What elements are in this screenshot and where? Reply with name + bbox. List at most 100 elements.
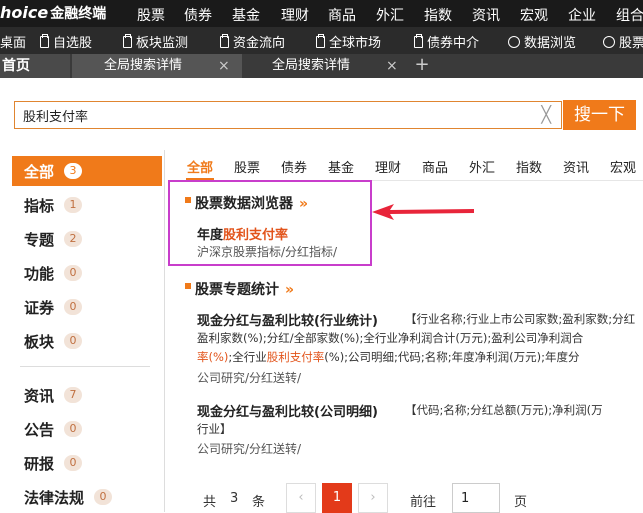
- category-tab-commodities[interactable]: 商品: [422, 157, 448, 176]
- gear-icon: [603, 35, 615, 48]
- toolbar-sector-monitor[interactable]: 板块监测: [123, 32, 188, 51]
- category-tab-index[interactable]: 指数: [516, 157, 542, 176]
- goto-suffix: 页: [514, 495, 528, 510]
- sidebar-item-label: 功能: [24, 264, 55, 283]
- category-tab-news[interactable]: 资讯: [563, 157, 589, 176]
- sidebar-item-all[interactable]: 全部 3: [12, 156, 162, 186]
- category-tab-macro[interactable]: 宏观: [610, 157, 636, 176]
- toolbar-data-browse[interactable]: 数据浏览: [508, 32, 576, 51]
- section-title-stock-topic-stats[interactable]: 股票专题统计 »: [185, 279, 294, 299]
- sidebar-item-functions[interactable]: 功能 0: [12, 258, 162, 288]
- document-icon: [123, 33, 132, 48]
- page-1-button[interactable]: 1: [322, 483, 352, 513]
- count-badge: 0: [94, 489, 113, 505]
- pagination-total-count: 3: [230, 491, 239, 506]
- desc-highlight: 股利支付率: [266, 350, 325, 364]
- sidebar-item-securities[interactable]: 证券 0: [12, 292, 162, 322]
- nav-item-funds[interactable]: 基金: [232, 5, 260, 25]
- tab-global-search-1[interactable]: 全局搜索详情 ×: [72, 54, 242, 78]
- nav-item-forex[interactable]: 外汇: [376, 5, 404, 25]
- nav-item-bonds[interactable]: 债券: [184, 5, 212, 25]
- nav-item-stocks[interactable]: 股票: [137, 5, 165, 25]
- add-tab-icon[interactable]: +: [412, 54, 432, 78]
- search-box: ╳: [14, 101, 562, 129]
- sidebar-item-indicators[interactable]: 指标 1: [12, 190, 162, 220]
- nav-item-portfolio[interactable]: 组合: [616, 5, 643, 25]
- count-badge: 1: [64, 197, 83, 213]
- result-desc-line2: 盈利家数(%);分红/全部家数(%);全行业净利润合计(万元);盈利公司净利润合: [197, 331, 584, 345]
- search-button[interactable]: 搜一下: [563, 100, 636, 130]
- category-tab-all[interactable]: 全部: [187, 157, 213, 176]
- category-tab-forex[interactable]: 外汇: [469, 157, 495, 176]
- tab-home[interactable]: 首页: [0, 54, 70, 78]
- nav-item-wealth[interactable]: 理财: [281, 5, 309, 25]
- tab-global-search-2-label: 全局搜索详情: [272, 58, 351, 73]
- count-badge: 0: [64, 421, 83, 437]
- sidebar-item-research[interactable]: 研报 0: [12, 448, 162, 478]
- annotation-highlight-box: [168, 180, 372, 266]
- double-arrow-icon[interactable]: »: [285, 282, 294, 298]
- toolbar-fund-flow-label: 资金流向: [233, 36, 286, 51]
- count-badge: 2: [64, 231, 83, 247]
- sidebar-item-topics[interactable]: 专题 2: [12, 224, 162, 254]
- result-title-company-detail[interactable]: 现金分红与盈利比较(公司明细): [197, 401, 378, 420]
- close-icon[interactable]: ×: [218, 54, 230, 78]
- desc-highlight: 率(%): [197, 350, 229, 364]
- result-title-industry-stats[interactable]: 现金分红与盈利比较(行业统计): [197, 310, 378, 329]
- sidebar-item-news[interactable]: 资讯 7: [12, 380, 162, 410]
- section-marker-icon: [185, 283, 191, 289]
- sidebar-item-announcements[interactable]: 公告 0: [12, 414, 162, 444]
- document-icon: [414, 33, 423, 48]
- close-icon[interactable]: ×: [386, 54, 398, 78]
- category-tab-wealth[interactable]: 理财: [375, 157, 401, 176]
- annotation-arrow-icon: [372, 204, 474, 220]
- toolbar-desktop-label: 桌面: [0, 36, 27, 51]
- sidebar-item-label: 资讯: [24, 386, 55, 405]
- nav-item-company[interactable]: 企业: [568, 5, 596, 25]
- clear-icon[interactable]: ╳: [541, 105, 551, 124]
- result-path[interactable]: 公司研究/分红送转/: [197, 369, 301, 386]
- nav-item-index[interactable]: 指数: [424, 5, 452, 25]
- top-nav-bar: hoice 金融终端 股票 债券 基金 理财 商品 外汇 指数 资讯 宏观 企业 …: [0, 0, 643, 27]
- sidebar-divider: [20, 366, 150, 367]
- toolbar-sector-monitor-label: 板块监测: [136, 36, 189, 51]
- goto-page-input[interactable]: [452, 483, 500, 513]
- content-divider: [164, 150, 165, 512]
- sidebar-item-label: 指标: [24, 196, 55, 215]
- category-tab-bonds[interactable]: 债券: [281, 157, 307, 176]
- result-desc-line1: 【行业名称;行业上市公司家数;盈利家数;分红: [405, 312, 636, 326]
- sidebar-item-label: 公告: [24, 420, 55, 439]
- nav-item-commodities[interactable]: 商品: [328, 5, 356, 25]
- result-path[interactable]: 公司研究/分红送转/: [197, 440, 301, 457]
- category-tab-funds[interactable]: 基金: [328, 157, 354, 176]
- search-input[interactable]: [23, 102, 523, 128]
- toolbar-fund-flow[interactable]: 资金流向: [220, 32, 285, 51]
- prev-page-button[interactable]: ‹: [286, 483, 316, 513]
- toolbar-stocks[interactable]: 股票: [603, 32, 643, 51]
- result-desc-line1: 【代码;名称;分红总额(万元);净利润(万: [405, 403, 603, 417]
- category-tab-stocks[interactable]: 股票: [234, 157, 260, 176]
- toolbar: 桌面 自选股 板块监测 资金流向 全球市场 债券中介 数据浏览 股票: [0, 27, 643, 54]
- sidebar-item-label: 法律法规: [24, 488, 85, 507]
- tab-strip: 首页 全局搜索详情 × 全局搜索详情 × +: [0, 54, 643, 78]
- count-badge: 7: [64, 387, 83, 403]
- next-page-button[interactable]: ›: [358, 483, 388, 513]
- toolbar-bond-broker-label: 债券中介: [427, 36, 480, 51]
- sidebar-item-sectors[interactable]: 板块 0: [12, 326, 162, 356]
- toolbar-global-market-label: 全球市场: [329, 36, 382, 51]
- pagination-total-suffix: 条: [252, 495, 266, 510]
- nav-item-macro[interactable]: 宏观: [520, 5, 548, 25]
- desc-text: ;全行业: [228, 350, 267, 364]
- pagination-total-prefix: 共: [203, 495, 217, 510]
- desc-text: (%);公司明细;代码;名称;年度净利润(万元);年度分: [324, 350, 580, 364]
- tab-global-search-2[interactable]: 全局搜索详情 ×: [244, 54, 409, 78]
- nav-item-news[interactable]: 资讯: [472, 5, 500, 25]
- toolbar-stocks-label: 股票: [619, 36, 643, 51]
- sidebar-item-label: 全部: [24, 162, 55, 181]
- toolbar-bond-broker[interactable]: 债券中介: [414, 32, 479, 51]
- toolbar-desktop[interactable]: 桌面: [0, 32, 26, 51]
- toolbar-data-browse-label: 数据浏览: [524, 36, 577, 51]
- sidebar-item-laws[interactable]: 法律法规 0: [12, 482, 162, 512]
- toolbar-global-market[interactable]: 全球市场: [316, 32, 381, 51]
- toolbar-watchlist[interactable]: 自选股: [40, 32, 92, 51]
